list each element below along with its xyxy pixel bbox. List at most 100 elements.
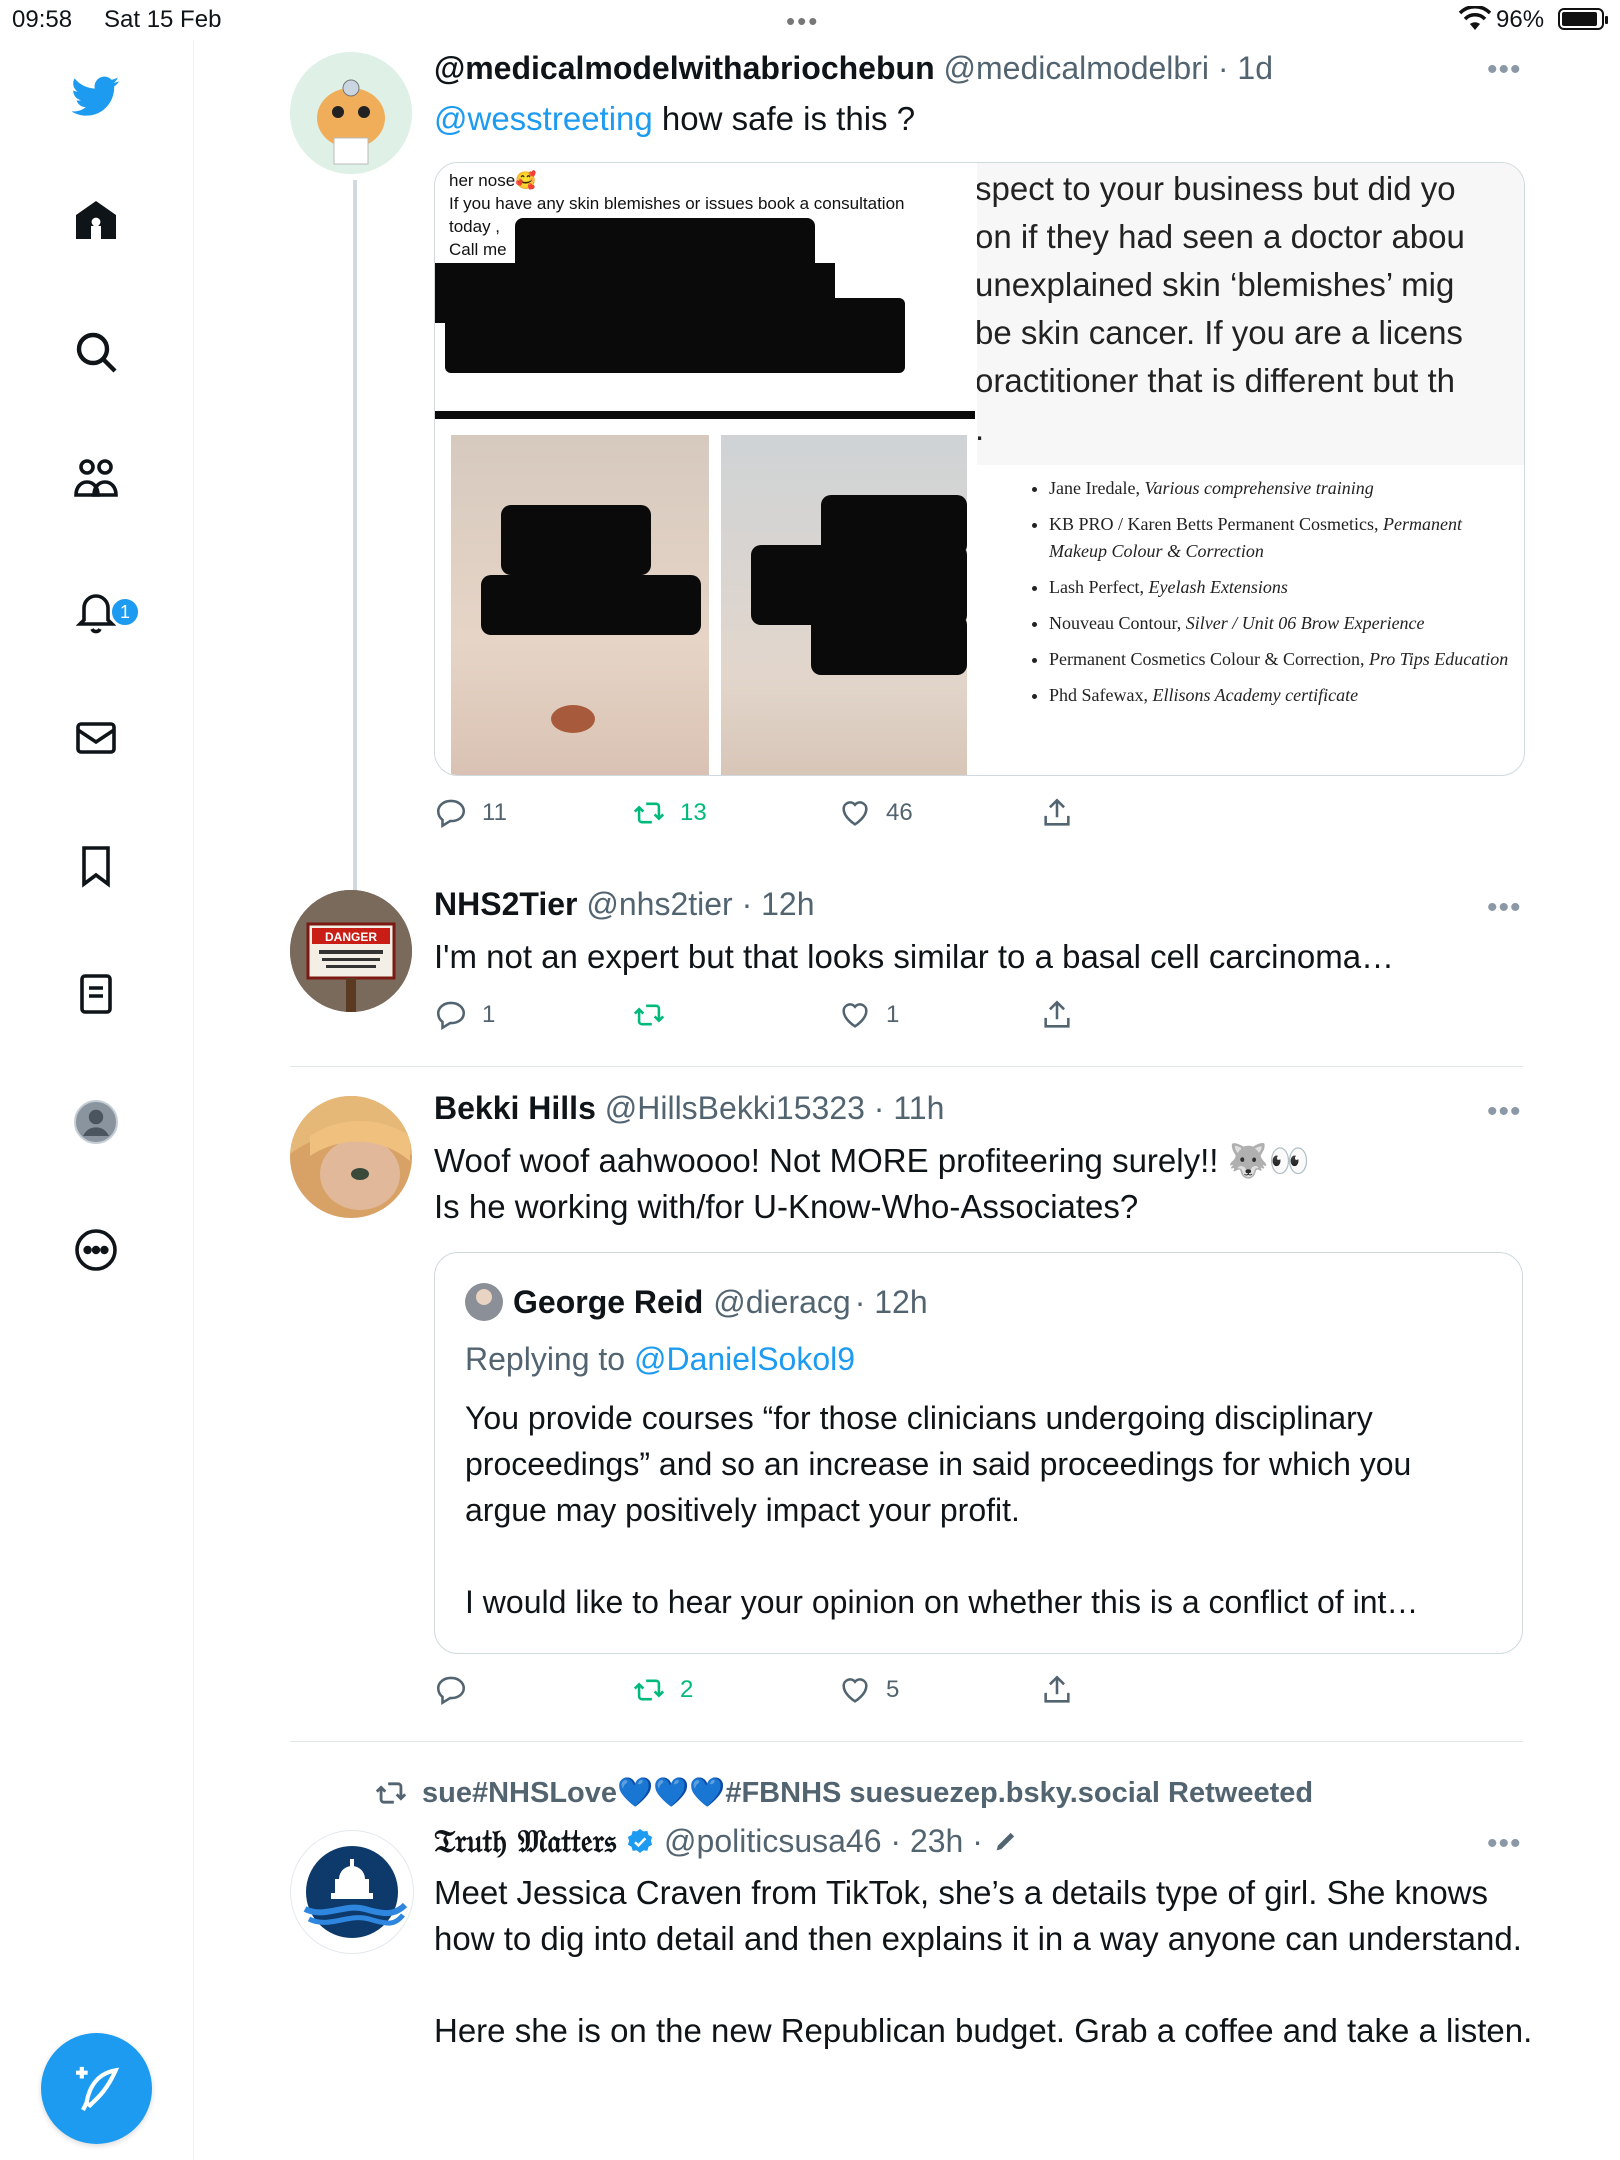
communities-icon[interactable] xyxy=(68,451,124,507)
tweet-media[interactable]: her nose🥰 If you have any skin blemishes… xyxy=(434,162,1525,776)
media-quoted-text: spect to your business but did yo on if … xyxy=(977,163,1524,465)
tweet-divider xyxy=(290,1066,1523,1067)
share-button[interactable] xyxy=(1040,1673,1074,1707)
tweet-text: Woof woof aahwoooo! Not MORE profiteerin… xyxy=(434,1142,1310,1225)
author-handle[interactable]: @politicsusa46 xyxy=(664,1823,881,1859)
share-icon xyxy=(1044,1000,1070,1028)
share-button[interactable] xyxy=(1040,796,1074,830)
tweet-more-icon[interactable]: ••• xyxy=(1487,1097,1523,1127)
reply-icon xyxy=(436,799,466,829)
retweeted-by[interactable]: sue#NHSLove💙💙💙#FBNHS suesuezep.bsky.soci… xyxy=(374,1776,1313,1810)
list-item: Nouveau Contour, Silver / Unit 06 Brow E… xyxy=(1049,610,1511,637)
tweet-more-icon[interactable]: ••• xyxy=(1487,55,1523,85)
author-handle[interactable]: @nhs2tier xyxy=(586,886,732,922)
tweet-more-icon[interactable]: ••• xyxy=(1487,893,1523,923)
quoted-tweet[interactable]: George Reid @dieracg · 12h Replying to @… xyxy=(434,1252,1523,1654)
reply-icon xyxy=(436,1676,466,1706)
retweet-icon xyxy=(633,1679,665,1701)
list-item: KB PRO / Karen Betts Permanent Cosmetics… xyxy=(1049,511,1511,565)
like-button[interactable]: 1 xyxy=(838,998,899,1032)
messages-icon[interactable] xyxy=(68,710,124,766)
tweet-time: · 12h xyxy=(741,886,815,922)
home-icon[interactable] xyxy=(68,192,124,248)
battery-percent: 96% xyxy=(1496,6,1545,33)
author-name[interactable]: Bekki Hills xyxy=(434,1090,596,1126)
like-count: 1 xyxy=(886,1001,900,1028)
like-button[interactable]: 46 xyxy=(838,796,913,830)
tweet-avatar[interactable] xyxy=(290,1830,414,1954)
status-date: Sat 15 Feb xyxy=(104,6,222,33)
tweet-header: Bekki Hills @HillsBekki15323 · 11h xyxy=(434,1090,944,1127)
like-count: 46 xyxy=(886,799,913,826)
search-icon[interactable] xyxy=(68,324,124,380)
mention-link[interactable]: @wesstreeting xyxy=(434,100,653,137)
profile-avatar-icon[interactable] xyxy=(68,1094,124,1150)
reply-button[interactable]: 11 xyxy=(434,796,507,830)
list-item: Permanent Cosmetics Colour & Correction,… xyxy=(1049,646,1511,673)
quoted-time: · 12h xyxy=(854,1283,928,1320)
lists-icon[interactable] xyxy=(68,966,124,1022)
tweet-header: 𝔗𝔯𝔲𝔱𝔥 𝔐𝔞𝔱𝔱𝔢𝔯𝔰 @politicsusa46 · 23h · xyxy=(434,1822,1020,1861)
tweet-actions: 11 13 46 xyxy=(434,796,1134,836)
bookmarks-icon[interactable] xyxy=(68,838,124,894)
edited-pencil-icon[interactable] xyxy=(992,1827,1020,1855)
author-name[interactable]: NHS2Tier xyxy=(434,886,577,922)
reply-count: 11 xyxy=(482,799,507,826)
tweet-more-icon[interactable]: ••• xyxy=(1487,1829,1523,1859)
retweet-icon xyxy=(375,1782,407,1804)
heart-icon xyxy=(842,801,868,826)
multitasking-dots-icon[interactable]: ••• xyxy=(786,6,819,37)
quoted-author-handle: @dieracg xyxy=(713,1283,851,1320)
retweet-icon xyxy=(633,1004,665,1026)
tweet-time: · 11h xyxy=(873,1090,945,1126)
author-name[interactable]: @medicalmodelwithabriochebun xyxy=(434,50,935,86)
author-handle[interactable]: @medicalmodelbri xyxy=(944,50,1209,86)
retweet-button[interactable] xyxy=(632,998,680,1032)
tweet-avatar[interactable]: DANGER xyxy=(290,890,412,1012)
replying-to-link[interactable]: @DanielSokol9 xyxy=(634,1341,855,1377)
media-screenshot-left: her nose🥰 If you have any skin blemishes… xyxy=(435,163,975,775)
reply-button[interactable] xyxy=(434,1673,482,1707)
redaction-block xyxy=(481,575,701,635)
reply-button[interactable]: 1 xyxy=(434,998,495,1032)
lesion-mark xyxy=(551,705,595,733)
battery-icon xyxy=(1558,8,1608,30)
quoted-author-name: George Reid xyxy=(513,1283,704,1320)
tweet-avatar[interactable] xyxy=(290,52,412,174)
compose-tweet-button[interactable] xyxy=(41,2033,152,2144)
share-button[interactable] xyxy=(1040,998,1074,1032)
like-count: 5 xyxy=(886,1676,900,1703)
tweet-actions: 2 5 xyxy=(434,1673,1134,1713)
tweet-avatar[interactable] xyxy=(290,1096,412,1218)
nose-photo-before xyxy=(451,435,709,775)
tweet-text: Meet Jessica Craven from TikTok, she’s a… xyxy=(434,1874,1533,2049)
quoted-tweet-header: George Reid @dieracg · 12h xyxy=(465,1283,928,1321)
media-screenshot-right: spect to your business but did yo on if … xyxy=(977,163,1524,775)
tweet-time: · 23h · xyxy=(890,1823,983,1859)
author-name[interactable]: 𝔗𝔯𝔲𝔱𝔥 𝔐𝔞𝔱𝔱𝔢𝔯𝔰 xyxy=(434,1822,616,1860)
twitter-logo-icon[interactable] xyxy=(68,68,124,124)
retweet-button[interactable]: 2 xyxy=(632,1673,693,1707)
list-item: Phd Safewax, Ellisons Academy certificat… xyxy=(1049,682,1511,709)
quoted-tweet-text: You provide courses “for those clinician… xyxy=(465,1400,1419,1620)
nose-photo-after xyxy=(721,435,967,775)
divider-bar xyxy=(435,411,975,419)
retweet-button[interactable]: 13 xyxy=(632,796,707,830)
tweet-text: I'm not an expert but that looks similar… xyxy=(434,938,1395,975)
more-options-icon[interactable] xyxy=(68,1222,124,1278)
tweet-actions: 1 1 xyxy=(434,998,1134,1038)
author-handle[interactable]: @HillsBekki15323 xyxy=(605,1090,865,1126)
reply-count: 1 xyxy=(482,1001,496,1028)
redaction-block xyxy=(751,545,967,625)
tweet-text: @wesstreeting how safe is this ? xyxy=(434,100,916,137)
quoted-avatar xyxy=(465,1283,503,1321)
thread-line xyxy=(353,180,357,890)
wifi-icon xyxy=(1459,6,1491,30)
like-button[interactable]: 5 xyxy=(838,1673,899,1707)
redaction-block xyxy=(811,615,967,675)
list-item: Lash Perfect, Eyelash Extensions xyxy=(1049,574,1511,601)
tweet-header: NHS2Tier @nhs2tier · 12h xyxy=(434,886,815,923)
status-bar: 09:58 Sat 15 Feb ••• 96% xyxy=(0,0,1620,40)
svg-text:DANGER: DANGER xyxy=(325,930,377,944)
retweet-icon xyxy=(633,802,665,824)
